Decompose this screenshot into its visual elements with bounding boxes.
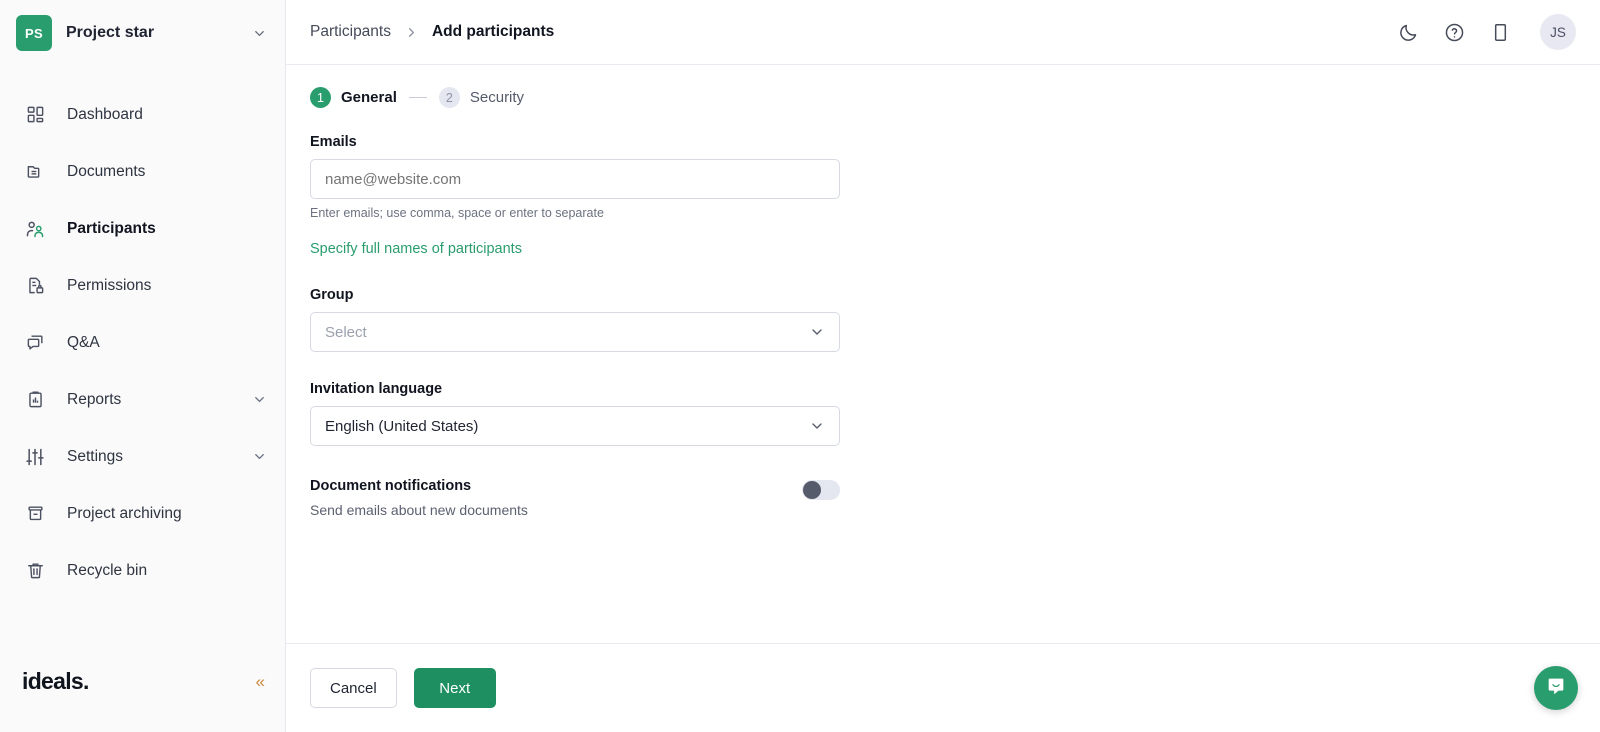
project-name: Project star (66, 24, 155, 41)
breadcrumb-current: Add participants (431, 23, 555, 40)
content-area: 1 General 2 Security Emails Enter emails… (286, 65, 1600, 643)
chat-support-button[interactable] (1534, 666, 1578, 710)
sidebar-item-participants[interactable]: Participants (0, 200, 285, 257)
invitation-language-field-group: Invitation language English (United Stat… (310, 381, 840, 446)
sidebar-item-reports[interactable]: Reports (0, 371, 285, 428)
collapse-sidebar-button[interactable]: « (256, 673, 265, 690)
sidebar-item-project-archiving[interactable]: Project archiving (0, 485, 285, 542)
sidebar-item-label: Q&A (67, 333, 100, 351)
sidebar-item-permissions[interactable]: Permissions (0, 257, 285, 314)
sidebar-footer: ideals. « (0, 630, 285, 732)
document-notifications-description: Send emails about new documents (310, 502, 528, 518)
group-field-group: Group Select (310, 287, 840, 352)
sidebar-item-label: Project archiving (67, 504, 182, 522)
document-notifications-label: Document notifications (310, 478, 472, 494)
chevron-down-icon (809, 418, 825, 434)
chevron-down-icon (809, 324, 825, 340)
project-avatar: PS (16, 15, 52, 51)
document-lock-icon (24, 275, 46, 297)
topbar-actions: JS (1396, 14, 1576, 50)
step-number: 2 (438, 87, 460, 108)
emails-field-group: Emails Enter emails; use comma, space or… (310, 134, 840, 258)
emails-hint: Enter emails; use comma, space or enter … (310, 206, 604, 220)
chevron-down-icon (252, 449, 267, 464)
breadcrumb-parent[interactable]: Participants (310, 23, 391, 41)
sidebar-item-label: Reports (67, 390, 122, 408)
step-label: General (341, 89, 397, 106)
specify-full-names-link[interactable]: Specify full names of participants (310, 241, 522, 257)
sidebar-item-label: Documents (67, 162, 146, 180)
sidebar-item-recycle-bin[interactable]: Recycle bin (0, 542, 285, 599)
form-footer: Cancel Next (286, 643, 1600, 732)
avatar[interactable]: JS (1540, 14, 1576, 50)
sidebar-nav: Dashboard Documents Participants Permiss… (0, 86, 285, 630)
document-notifications-row: Document notifications Send emails about… (310, 478, 840, 518)
chat-support-icon (1545, 675, 1567, 702)
group-label: Group (310, 287, 354, 303)
app-root: PS Project star Dashboard Documents Part… (0, 0, 1600, 732)
wizard-stepper: 1 General 2 Security (310, 65, 1576, 134)
emails-input-wrapper[interactable] (310, 159, 840, 199)
invitation-language-label: Invitation language (310, 381, 443, 397)
document-folder-icon (24, 161, 46, 183)
dark-mode-icon[interactable] (1396, 20, 1420, 44)
participants-icon (24, 218, 46, 240)
step-connector (408, 96, 427, 99)
document-notifications-texts: Document notifications Send emails about… (310, 478, 528, 518)
sidebar-item-label: Participants (67, 219, 156, 237)
sidebar-item-qa[interactable]: Q&A (0, 314, 285, 371)
sliders-icon (24, 446, 46, 468)
mobile-app-icon[interactable] (1488, 20, 1512, 44)
emails-label: Emails (310, 134, 357, 150)
project-switcher[interactable]: PS Project star (0, 0, 285, 66)
sidebar-item-label: Recycle bin (67, 561, 148, 579)
next-button[interactable]: Next (413, 668, 496, 708)
document-notifications-toggle[interactable] (802, 480, 840, 500)
emails-input[interactable] (325, 170, 825, 188)
chevron-down-icon (252, 392, 267, 407)
step-number: 1 (310, 87, 331, 108)
sidebar-item-label: Dashboard (67, 105, 143, 123)
trash-icon (24, 560, 46, 582)
step-general[interactable]: 1 General (310, 87, 397, 108)
chevron-right-icon (404, 25, 419, 40)
sidebar-item-dashboard[interactable]: Dashboard (0, 86, 285, 143)
invitation-language-value: English (United States) (325, 417, 479, 435)
topbar: Participants Add participants JS (286, 0, 1600, 65)
breadcrumb: Participants Add participants (310, 23, 1386, 41)
archive-box-icon (24, 503, 46, 525)
sidebar-item-label: Settings (67, 447, 124, 465)
step-label: Security (469, 89, 525, 106)
sidebar-item-settings[interactable]: Settings (0, 428, 285, 485)
add-participants-form: Emails Enter emails; use comma, space or… (310, 134, 840, 518)
ideals-logo: ideals. (22, 667, 89, 694)
chat-bubbles-icon (24, 332, 46, 354)
group-select[interactable]: Select (310, 312, 840, 352)
invitation-language-select[interactable]: English (United States) (310, 406, 840, 446)
step-security[interactable]: 2 Security (438, 87, 525, 108)
cancel-button[interactable]: Cancel (310, 668, 397, 708)
sidebar-item-label: Permissions (67, 276, 152, 294)
chevron-down-icon (252, 26, 267, 41)
main-area: Participants Add participants JS 1 Gener… (286, 0, 1600, 732)
clipboard-chart-icon (24, 389, 46, 411)
sidebar-item-documents[interactable]: Documents (0, 143, 285, 200)
toggle-knob (803, 481, 821, 499)
help-icon[interactable] (1442, 20, 1466, 44)
sidebar: PS Project star Dashboard Documents Part… (0, 0, 286, 732)
group-select-value: Select (325, 323, 367, 341)
dashboard-grid-icon (24, 104, 46, 126)
